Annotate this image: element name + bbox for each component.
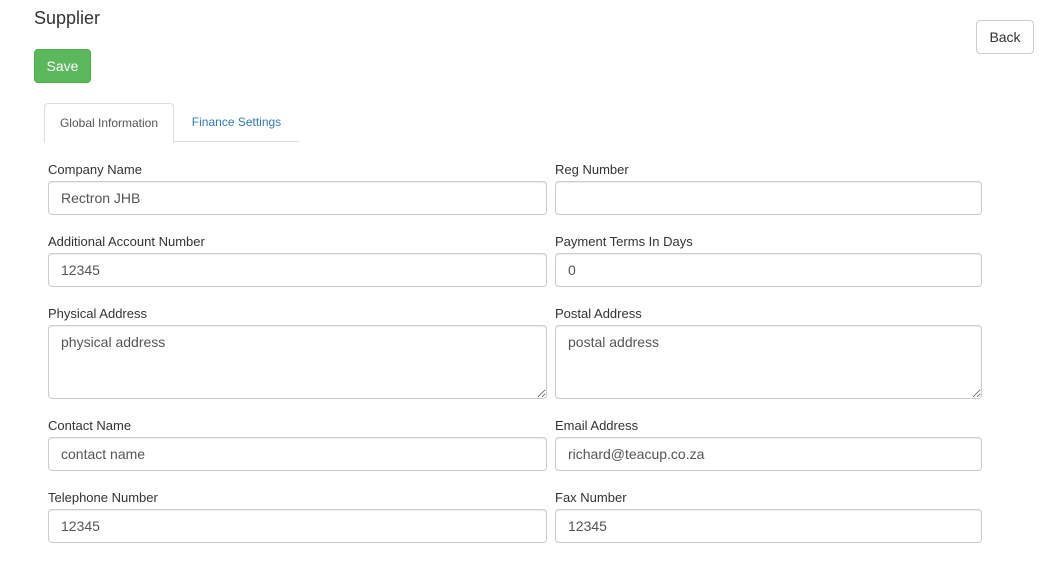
- physical-address-label: Physical Address: [48, 306, 147, 321]
- back-button[interactable]: Back: [976, 20, 1034, 54]
- telephone-number-input[interactable]: [48, 509, 547, 543]
- payment-terms-label: Payment Terms In Days: [555, 234, 693, 249]
- contact-name-label: Contact Name: [48, 418, 132, 433]
- tab-global-information[interactable]: Global Information: [44, 103, 174, 143]
- email-address-input[interactable]: [555, 437, 982, 471]
- tab-finance-settings[interactable]: Finance Settings: [174, 103, 299, 142]
- telephone-number-label: Telephone Number: [48, 490, 158, 505]
- page-title: Supplier: [34, 8, 101, 28]
- payment-terms-input[interactable]: [555, 253, 982, 287]
- physical-address-textarea[interactable]: physical address: [48, 325, 547, 399]
- postal-address-textarea[interactable]: postal address: [555, 325, 982, 399]
- save-button[interactable]: Save: [34, 49, 91, 83]
- additional-account-number-input[interactable]: [48, 253, 547, 287]
- fax-number-input[interactable]: [555, 509, 982, 543]
- company-name-input[interactable]: [48, 181, 547, 215]
- additional-account-number-label: Additional Account Number: [48, 234, 205, 249]
- reg-number-label: Reg Number: [555, 162, 629, 177]
- contact-name-input[interactable]: [48, 437, 547, 471]
- fax-number-label: Fax Number: [555, 490, 627, 505]
- reg-number-input[interactable]: [555, 181, 982, 215]
- email-address-label: Email Address: [555, 418, 639, 433]
- company-name-label: Company Name: [48, 162, 142, 177]
- tab-bar: Global Information Finance Settings: [44, 103, 299, 143]
- postal-address-label: Postal Address: [555, 306, 642, 321]
